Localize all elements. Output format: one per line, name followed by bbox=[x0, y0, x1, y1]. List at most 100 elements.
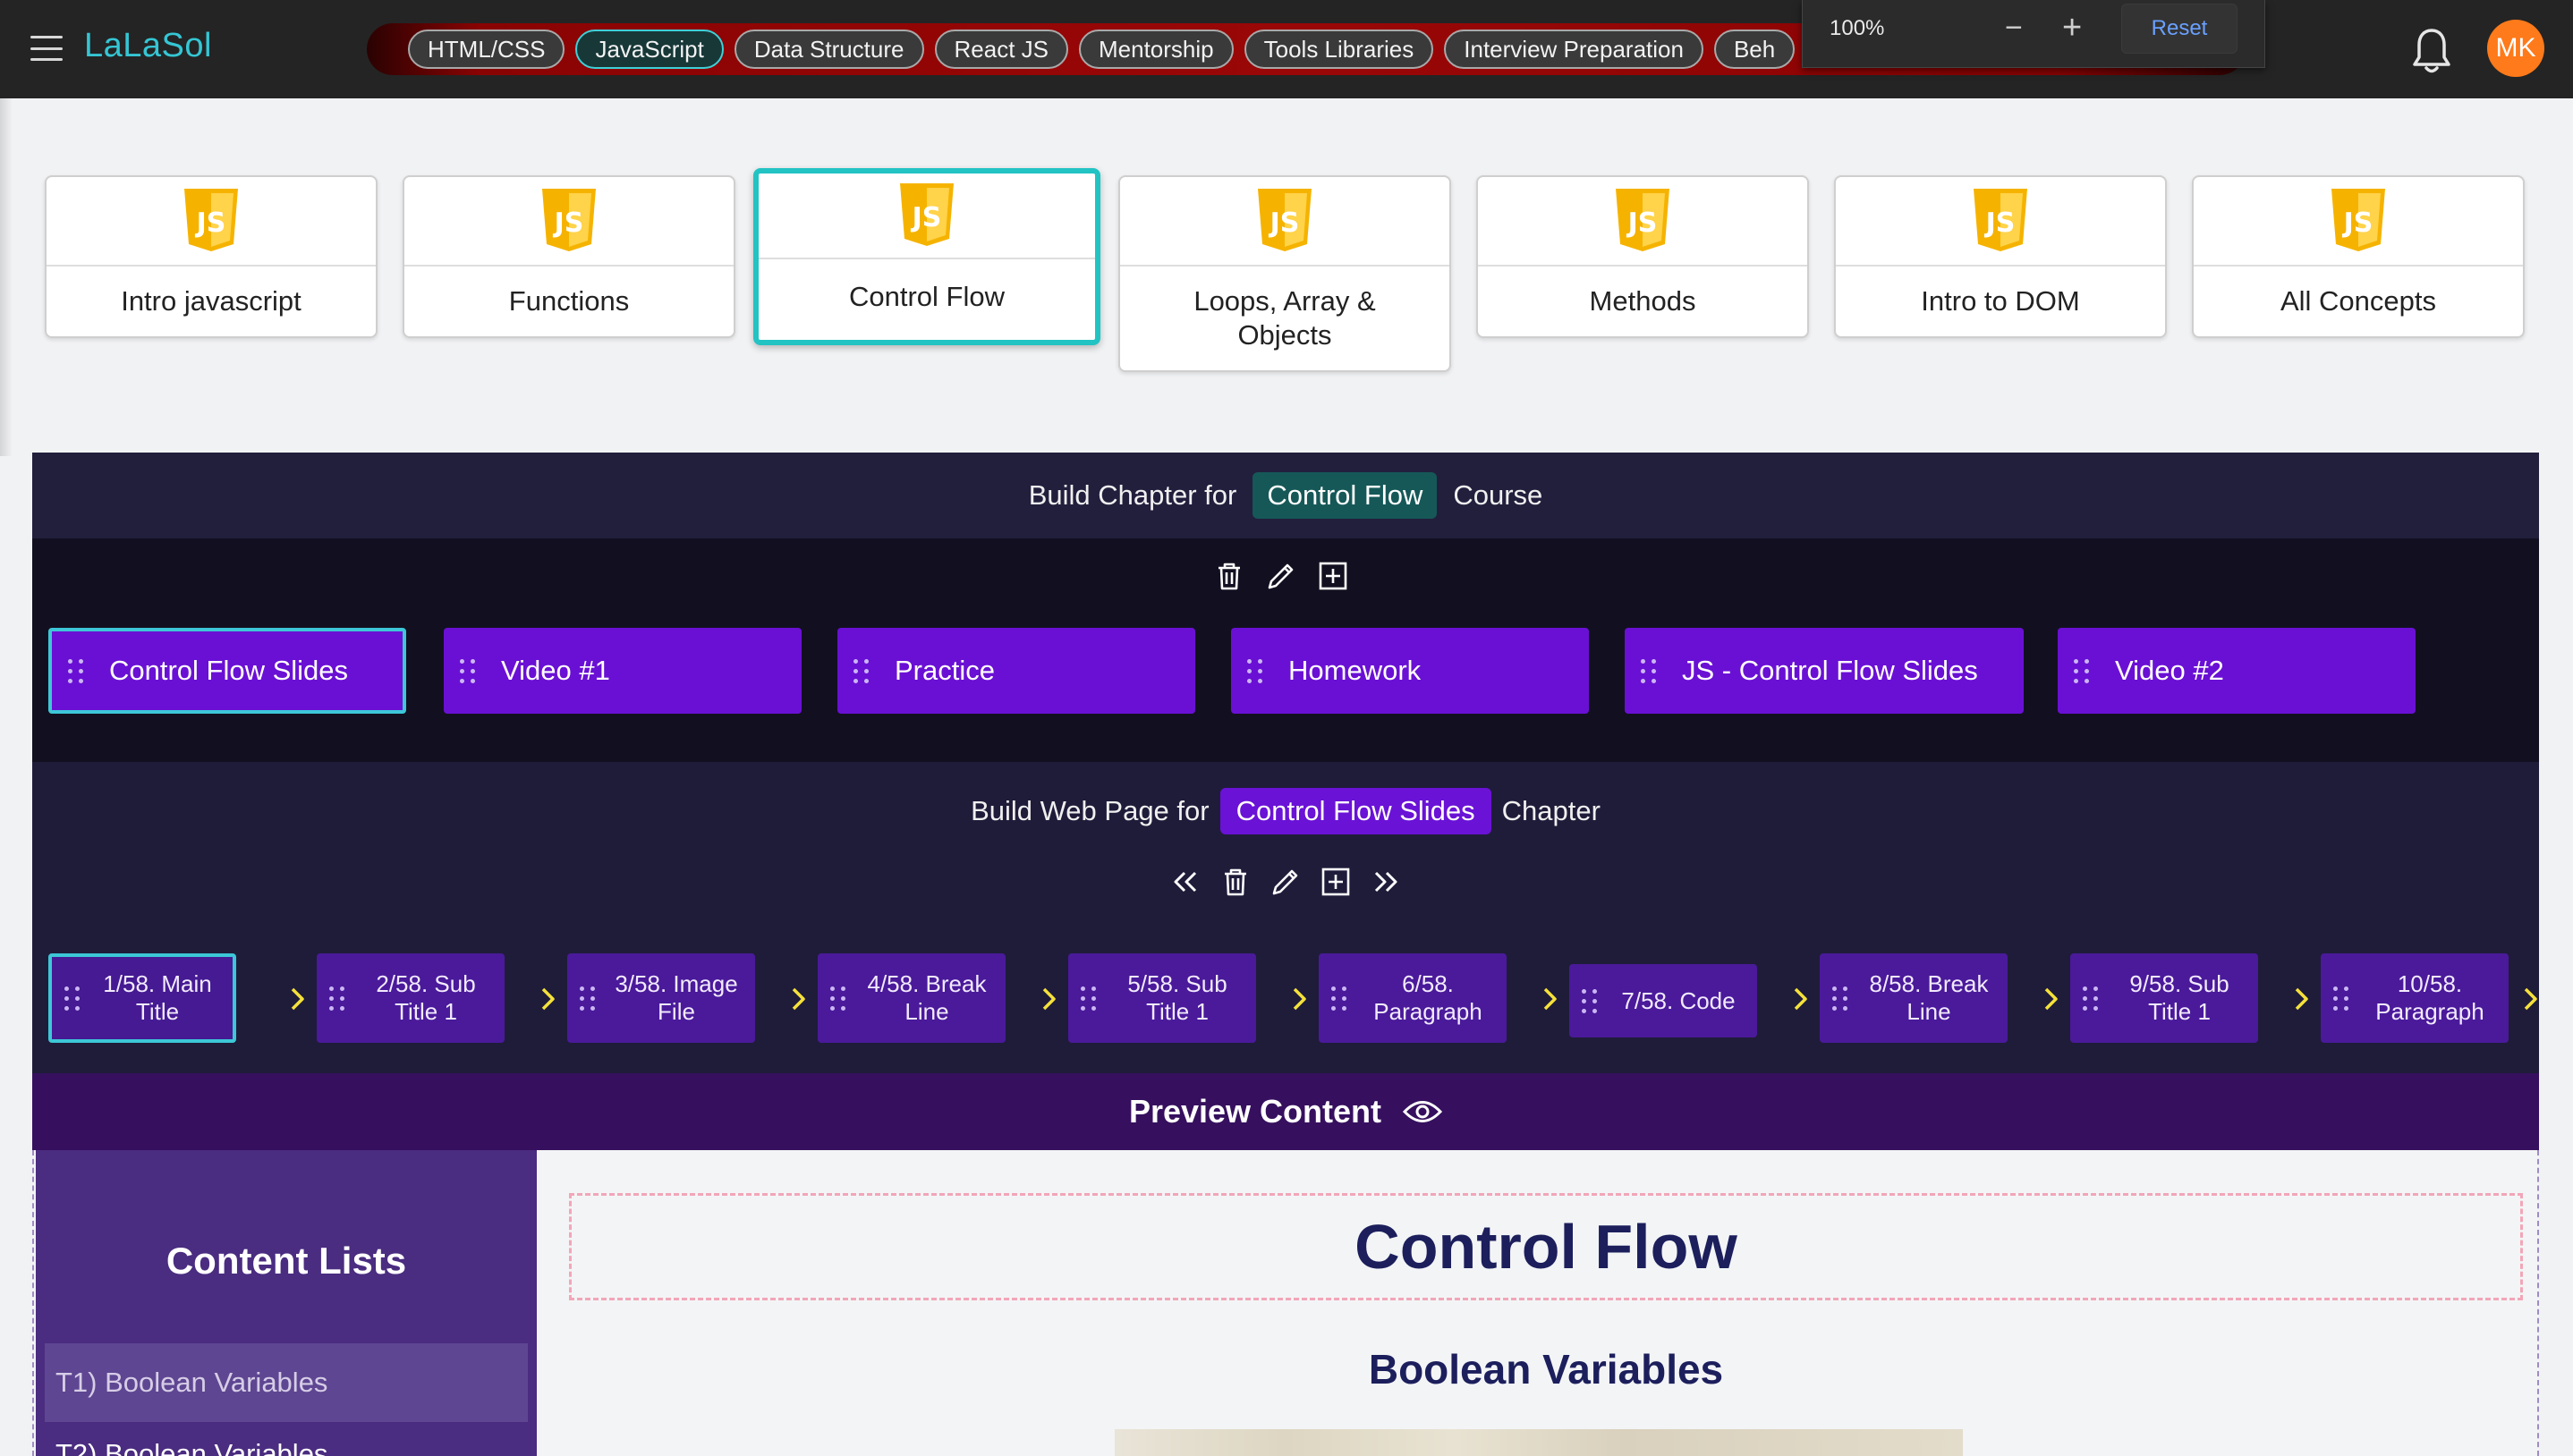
drag-grip-icon[interactable] bbox=[1582, 988, 1598, 1013]
course-card-label: Intro to DOM bbox=[1921, 285, 2080, 317]
drag-grip-icon[interactable] bbox=[2333, 986, 2349, 1011]
chapter-label: Video #2 bbox=[2115, 655, 2224, 686]
chevron-right-icon bbox=[1042, 987, 1056, 1011]
course-card-methods[interactable]: JS Methods bbox=[1476, 175, 1809, 338]
drag-grip-icon[interactable] bbox=[1832, 986, 1848, 1011]
drag-grip-icon[interactable] bbox=[460, 658, 476, 683]
zoom-popup: 100% − + Reset bbox=[1802, 0, 2265, 68]
chapter-item[interactable]: Homework bbox=[1231, 628, 1589, 714]
content-list-item[interactable]: T1) Boolean Variables bbox=[45, 1343, 528, 1422]
slide-label-line1: 6/58. bbox=[1402, 970, 1454, 997]
slide-label-line1: 8/58. Break bbox=[1869, 970, 1989, 997]
user-avatar[interactable]: MK bbox=[2487, 20, 2544, 77]
drag-grip-icon[interactable] bbox=[853, 658, 870, 683]
chevron-right-icon bbox=[2044, 987, 2058, 1011]
course-card-intro-javascript[interactable]: JS Intro javascript bbox=[45, 175, 378, 338]
chevron-right-icon bbox=[792, 987, 805, 1011]
slide-item[interactable]: 1/58. Main Title bbox=[48, 953, 236, 1043]
chevron-right-icon bbox=[2524, 987, 2537, 1011]
chevron-right-icon bbox=[1293, 987, 1306, 1011]
slide-item[interactable]: 2/58. Sub Title 1 bbox=[317, 953, 505, 1043]
menu-icon[interactable] bbox=[30, 36, 63, 61]
pencil-icon[interactable] bbox=[1270, 866, 1302, 898]
double-chevron-right-icon[interactable] bbox=[1370, 866, 1402, 898]
zoom-out-button[interactable]: − bbox=[2005, 13, 2023, 43]
zoom-in-button[interactable]: + bbox=[2062, 11, 2082, 45]
tab-interview-preparation[interactable]: Interview Preparation bbox=[1444, 30, 1703, 69]
slide-item[interactable]: 3/58. Image File bbox=[567, 953, 755, 1043]
trash-icon[interactable] bbox=[1219, 866, 1252, 898]
slide-label-line1: 7/58. Code bbox=[1621, 986, 1736, 1014]
eye-icon[interactable] bbox=[1403, 1098, 1443, 1125]
js-logo-icon: JS bbox=[2331, 189, 2385, 251]
tab-tools-libraries[interactable]: Tools Libraries bbox=[1244, 30, 1434, 69]
drag-grip-icon[interactable] bbox=[64, 986, 81, 1011]
slide-item[interactable]: 5/58. Sub Title 1 bbox=[1068, 953, 1256, 1043]
trash-icon[interactable] bbox=[1213, 560, 1245, 592]
content-list-item[interactable]: T2) Boolean Variables bbox=[45, 1415, 528, 1456]
tab-react-js[interactable]: React JS bbox=[934, 30, 1068, 69]
chapter-item[interactable]: Control Flow Slides bbox=[48, 628, 406, 714]
drag-grip-icon[interactable] bbox=[68, 658, 84, 683]
slide-label-line1: 10/58. bbox=[2397, 970, 2463, 997]
slide-item[interactable]: 9/58. Sub Title 1 bbox=[2070, 953, 2258, 1043]
chapter-header-suffix: Course bbox=[1453, 479, 1543, 511]
slide-label-line2: Title 1 bbox=[1146, 998, 1209, 1025]
slide-item[interactable]: 10/58. Paragraph bbox=[2321, 953, 2509, 1043]
course-card-control-flow[interactable]: JS Control Flow bbox=[753, 168, 1100, 345]
course-card-intro-to-dom[interactable]: JS Intro to DOM bbox=[1834, 175, 2167, 338]
course-card-label: Methods bbox=[1589, 285, 1696, 317]
plus-square-icon[interactable] bbox=[1320, 866, 1352, 898]
brand-logo[interactable]: LaLaSol bbox=[84, 27, 212, 65]
preview-sub-title: Boolean Variables bbox=[1368, 1346, 1724, 1393]
preview-area: Content Lists T1) Boolean Variables T2) … bbox=[32, 1150, 2539, 1456]
slide-label-line2: Title 1 bbox=[2148, 998, 2211, 1025]
builder-panel: Build Chapter for Control Flow Course Co… bbox=[32, 453, 2539, 1456]
chapter-label: JS - Control Flow Slides bbox=[1682, 655, 1978, 686]
course-card-functions[interactable]: JS Functions bbox=[403, 175, 735, 338]
drag-grip-icon[interactable] bbox=[2074, 658, 2090, 683]
drag-grip-icon[interactable] bbox=[1641, 658, 1657, 683]
slide-item[interactable]: 6/58. Paragraph bbox=[1319, 953, 1507, 1043]
drag-grip-icon[interactable] bbox=[1081, 986, 1097, 1011]
tab-javascript[interactable]: JavaScript bbox=[575, 30, 724, 69]
chapter-label: Video #1 bbox=[501, 655, 610, 686]
chapter-item[interactable]: Practice bbox=[837, 628, 1195, 714]
bell-icon[interactable] bbox=[2412, 27, 2451, 75]
course-card-loops-array-objects[interactable]: JS Loops, Array & Objects bbox=[1118, 175, 1451, 372]
chapter-item[interactable]: Video #1 bbox=[444, 628, 802, 714]
drag-grip-icon[interactable] bbox=[580, 986, 596, 1011]
page-edge-shadow bbox=[0, 98, 13, 456]
drag-grip-icon[interactable] bbox=[329, 986, 345, 1011]
drag-grip-icon[interactable] bbox=[2083, 986, 2099, 1011]
plus-square-icon[interactable] bbox=[1317, 560, 1349, 592]
slide-list: 1/58. Main Title 2/58. Sub Title 1 3/58. I… bbox=[48, 953, 2544, 1046]
chapter-item[interactable]: JS - Control Flow Slides bbox=[1625, 628, 2024, 714]
js-logo-icon: JS bbox=[1974, 189, 2027, 251]
slide-label-line2: Paragraph bbox=[2375, 998, 2484, 1025]
slide-label-line2: Paragraph bbox=[1373, 998, 1482, 1025]
svg-text:JS: JS bbox=[1626, 207, 1658, 239]
pencil-icon[interactable] bbox=[1265, 560, 1297, 592]
chapter-label: Homework bbox=[1288, 655, 1422, 686]
drag-grip-icon[interactable] bbox=[830, 986, 846, 1011]
content-list-sidebar: Content Lists T1) Boolean Variables T2) … bbox=[36, 1150, 537, 1456]
tab-mentorship[interactable]: Mentorship bbox=[1079, 30, 1234, 69]
double-chevron-left-icon[interactable] bbox=[1169, 866, 1202, 898]
svg-text:JS: JS bbox=[2342, 207, 2373, 239]
drag-grip-icon[interactable] bbox=[1331, 986, 1347, 1011]
course-card-label: Control Flow bbox=[849, 281, 1005, 312]
chapter-builder-body: Control Flow Slides Video #1 Practice Ho… bbox=[32, 538, 2539, 762]
drag-grip-icon[interactable] bbox=[1247, 658, 1263, 683]
zoom-reset-button[interactable]: Reset bbox=[2121, 4, 2238, 54]
tab-html-css[interactable]: HTML/CSS bbox=[408, 30, 565, 69]
js-logo-icon: JS bbox=[542, 189, 596, 251]
chapter-item[interactable]: Video #2 bbox=[2058, 628, 2416, 714]
slide-item[interactable]: 8/58. Break Line bbox=[1820, 953, 2008, 1043]
course-card-all-concepts[interactable]: JS All Concepts bbox=[2192, 175, 2525, 338]
tab-data-structure[interactable]: Data Structure bbox=[734, 30, 924, 69]
slide-item[interactable]: 7/58. Code bbox=[1569, 964, 1757, 1037]
tab-behavioral[interactable]: Beh bbox=[1713, 30, 1796, 69]
page-header-chapter-chip: Control Flow Slides bbox=[1219, 788, 1491, 834]
slide-item[interactable]: 4/58. Break Line bbox=[818, 953, 1006, 1043]
